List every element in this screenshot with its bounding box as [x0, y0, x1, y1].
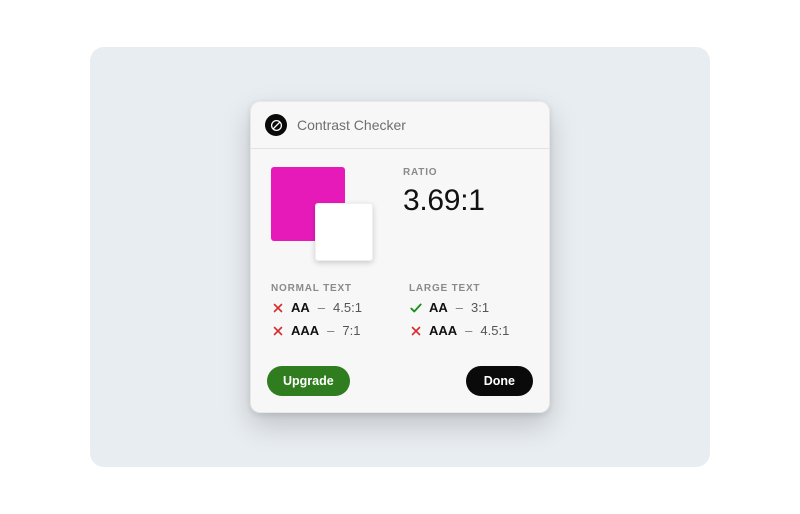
level: AA: [291, 300, 310, 315]
large-text-column: LARGE TEXT AA – 3:1 AAA – 4.5:1: [409, 283, 529, 346]
panel-header: Contrast Checker: [251, 102, 549, 149]
contrast-checker-panel: Contrast Checker RATIO 3.69:1 NORMAL T: [250, 101, 550, 413]
level: AAA: [429, 323, 457, 338]
dash: –: [318, 300, 325, 315]
threshold: 7:1: [342, 323, 360, 338]
ratio-label: RATIO: [403, 167, 529, 178]
dash: –: [465, 323, 472, 338]
stage: Contrast Checker RATIO 3.69:1 NORMAL T: [0, 0, 800, 514]
backdrop: Contrast Checker RATIO 3.69:1 NORMAL T: [90, 47, 710, 467]
normal-text-label: NORMAL TEXT: [271, 283, 391, 294]
swatch-front[interactable]: [315, 203, 373, 261]
color-swatches: [271, 167, 383, 265]
dash: –: [456, 300, 463, 315]
x-icon: [271, 324, 285, 338]
panel-footer: Upgrade Done: [251, 354, 549, 412]
done-button[interactable]: Done: [466, 366, 533, 396]
panel-body: RATIO 3.69:1 NORMAL TEXT AA – 4.5:1: [251, 149, 549, 354]
large-aa-row: AA – 3:1: [409, 300, 529, 315]
ratio-block: RATIO 3.69:1: [403, 167, 529, 265]
dash: –: [327, 323, 334, 338]
large-aaa-row: AAA – 4.5:1: [409, 323, 529, 338]
large-text-label: LARGE TEXT: [409, 283, 529, 294]
threshold: 4.5:1: [480, 323, 509, 338]
check-icon: [409, 301, 423, 315]
normal-aaa-row: AAA – 7:1: [271, 323, 391, 338]
panel-title: Contrast Checker: [297, 117, 406, 133]
app-logo-icon: [265, 114, 287, 136]
x-icon: [271, 301, 285, 315]
top-row: RATIO 3.69:1: [271, 167, 529, 265]
threshold: 4.5:1: [333, 300, 362, 315]
upgrade-button[interactable]: Upgrade: [267, 366, 350, 396]
level: AAA: [291, 323, 319, 338]
x-icon: [409, 324, 423, 338]
ratio-value: 3.69:1: [403, 184, 529, 218]
threshold: 3:1: [471, 300, 489, 315]
normal-text-column: NORMAL TEXT AA – 4.5:1 AAA – 7:1: [271, 283, 391, 346]
normal-aa-row: AA – 4.5:1: [271, 300, 391, 315]
requirements-columns: NORMAL TEXT AA – 4.5:1 AAA – 7:1: [271, 283, 529, 346]
level: AA: [429, 300, 448, 315]
